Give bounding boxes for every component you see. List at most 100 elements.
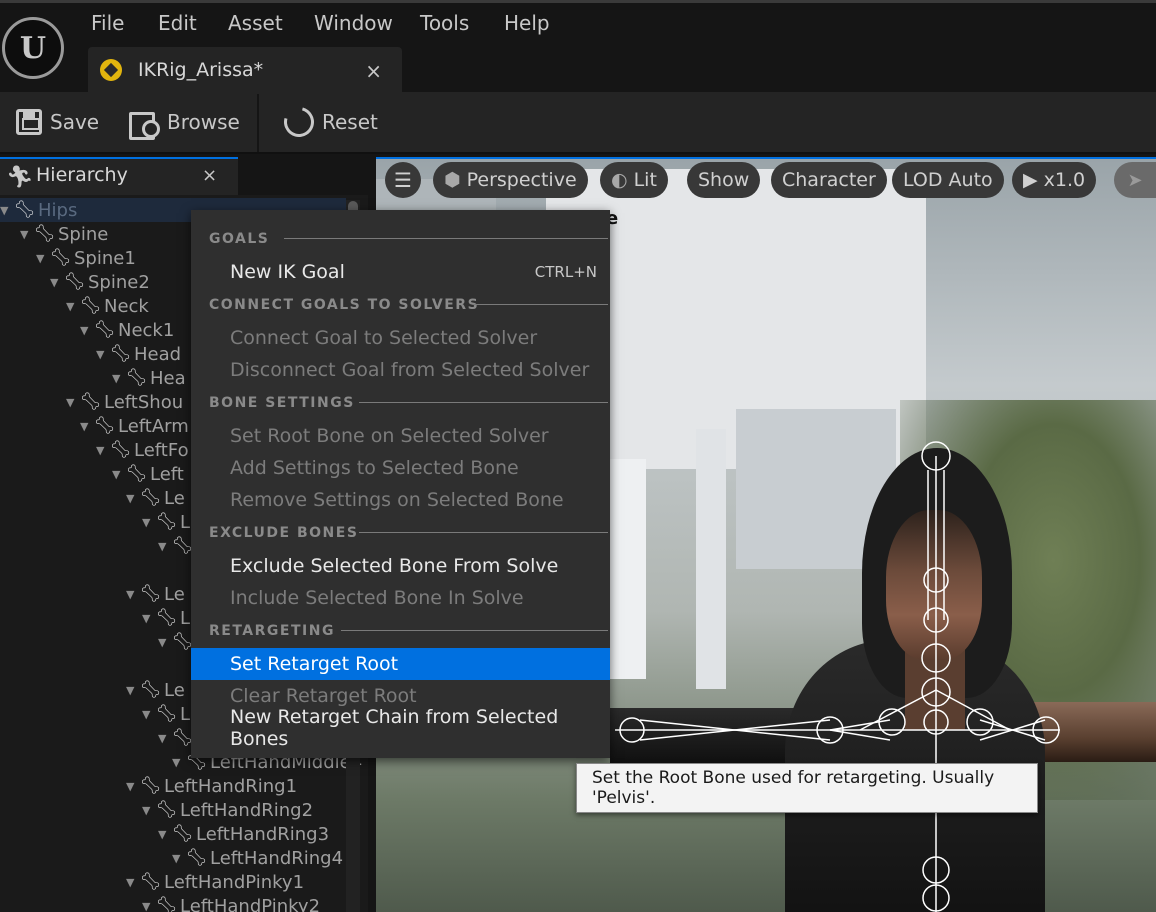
tree-row-bone[interactable]: ▼ 🦴︎ Hea xyxy=(112,366,186,390)
expand-arrow-icon[interactable]: ▼ xyxy=(126,588,138,601)
browse-button[interactable]: Browse xyxy=(129,104,240,140)
expand-arrow-icon[interactable]: ▼ xyxy=(126,684,138,697)
expand-arrow-icon[interactable]: ▼ xyxy=(126,876,138,889)
remove-settings-item[interactable]: Remove Settings on Selected Bone xyxy=(191,484,610,516)
bone-icon: 🦴︎ xyxy=(156,512,178,532)
menu-file[interactable]: File xyxy=(91,11,124,35)
exclude-bone-item[interactable]: Exclude Selected Bone From Solve xyxy=(191,550,610,582)
new-ik-goal-item[interactable]: New IK Goal CTRL+N xyxy=(191,256,610,288)
expand-arrow-icon[interactable]: ▼ xyxy=(158,732,170,745)
tree-row-bone[interactable]: ▼ 🦴︎ LeftHandPinky1 xyxy=(126,870,304,894)
bone-label: L xyxy=(180,607,191,629)
tree-row-bone[interactable]: ▼ 🦴︎ Le xyxy=(126,486,185,510)
bone-label: Neck1 xyxy=(118,319,175,341)
section-goals-label: GOALS xyxy=(209,231,270,247)
tree-row-bone[interactable]: ▼🦴︎L xyxy=(142,702,190,726)
section-connect-label: CONNECT GOALS TO SOLVERS xyxy=(209,297,480,313)
expand-arrow-icon[interactable]: ▼ xyxy=(142,900,154,912)
tree-row-bone[interactable]: ▼ 🦴︎ Left xyxy=(112,462,184,486)
lit-button[interactable]: ◐ Lit xyxy=(600,162,668,198)
bone-label: LeftHandPinky1 xyxy=(164,871,305,893)
show-button[interactable]: Show xyxy=(687,162,761,198)
bone-label: Neck xyxy=(104,295,149,317)
set-root-bone-item[interactable]: Set Root Bone on Selected Solver xyxy=(191,420,610,452)
expand-arrow-icon[interactable]: ▼ xyxy=(142,804,154,817)
tree-row-bone[interactable]: ▼🦴︎L xyxy=(142,606,190,630)
expand-arrow-icon[interactable]: ▼ xyxy=(172,852,184,865)
tree-row-bone[interactable]: ▼ 🦴︎ LeftHandRing4 xyxy=(172,846,343,870)
expand-arrow-icon[interactable]: ▼ xyxy=(36,252,48,265)
expand-arrow-icon[interactable]: ▼ xyxy=(80,420,92,433)
expand-arrow-icon[interactable]: ▼ xyxy=(142,612,154,625)
section-divider xyxy=(473,304,608,305)
expand-arrow-icon[interactable]: ▼ xyxy=(126,492,138,505)
expand-arrow-icon[interactable]: ▼ xyxy=(158,828,170,841)
bone-label: Spine2 xyxy=(88,271,150,293)
perspective-button[interactable]: ⬢ Perspective xyxy=(433,162,588,198)
expand-arrow-icon[interactable]: ▼ xyxy=(158,636,170,649)
hierarchy-tab[interactable]: 🏃︎ Hierarchy × xyxy=(0,157,238,195)
tree-row-bone[interactable]: ▼ 🦴︎ Spine2 xyxy=(50,270,150,294)
section-divider xyxy=(341,630,608,631)
expand-arrow-icon[interactable]: ▼ xyxy=(112,468,124,481)
bone-icon: 🦴︎ xyxy=(80,392,102,412)
menu-window[interactable]: Window xyxy=(314,11,393,35)
select-mode-button[interactable]: ➤ xyxy=(1114,162,1156,198)
viewport-menu-button[interactable]: ☰ xyxy=(385,162,421,198)
menu-asset[interactable]: Asset xyxy=(228,11,283,35)
tree-row-bone[interactable]: ▼ 🦴︎ LeftFo xyxy=(96,438,189,462)
character-button[interactable]: Character xyxy=(771,162,887,198)
expand-arrow-icon[interactable]: ▼ xyxy=(142,708,154,721)
bone-label: LeftHandRing2 xyxy=(180,799,314,821)
tree-row-bone[interactable]: ▼ 🦴︎ Neck xyxy=(66,294,149,318)
unreal-engine-logo-icon[interactable]: U xyxy=(2,17,64,79)
include-bone-item[interactable]: Include Selected Bone In Solve xyxy=(191,582,610,614)
tree-row-bone[interactable]: ▼ 🦴︎ LeftHandRing2 xyxy=(142,798,313,822)
lod-button[interactable]: LOD Auto xyxy=(892,162,1004,198)
reset-button[interactable]: Reset xyxy=(278,101,378,143)
close-icon[interactable]: × xyxy=(365,59,382,83)
save-icon xyxy=(16,109,42,135)
bone-icon: 🦴︎ xyxy=(140,488,162,508)
tree-row-bone[interactable]: ▼ 🦴︎ Head xyxy=(96,342,181,366)
asset-editor-tab[interactable]: IKRig_Arissa* × xyxy=(88,47,402,95)
save-button[interactable]: Save xyxy=(16,104,99,140)
add-settings-item[interactable]: Add Settings to Selected Bone xyxy=(191,452,610,484)
expand-arrow-icon[interactable]: ▼ xyxy=(96,444,108,457)
menu-tools[interactable]: Tools xyxy=(420,11,469,35)
expand-arrow-icon[interactable]: ▼ xyxy=(20,228,32,241)
toolbar: Save Browse Reset xyxy=(0,92,1156,154)
expand-arrow-icon[interactable]: ▼ xyxy=(66,300,78,313)
section-retargeting: RETARGETING xyxy=(209,621,608,641)
expand-arrow-icon[interactable]: ▼ xyxy=(172,756,184,769)
tree-row-bone[interactable]: ▼ 🦴︎ Spine xyxy=(20,222,108,246)
expand-arrow-icon[interactable]: ▼ xyxy=(66,396,78,409)
expand-arrow-icon[interactable]: ▼ xyxy=(142,516,154,529)
tree-row-bone[interactable]: ▼ 🦴︎ LeftHandRing3 xyxy=(158,822,329,846)
tree-row-bone[interactable]: ▼ 🦴︎ LeftHandPinky2 xyxy=(142,894,320,912)
tree-row-bone[interactable]: ▼ 🦴︎ Le xyxy=(126,582,185,606)
close-icon[interactable]: × xyxy=(202,165,217,186)
disconnect-goal-item[interactable]: Disconnect Goal from Selected Solver xyxy=(191,354,610,386)
bone-icon: 🦴︎ xyxy=(140,680,162,700)
menu-edit[interactable]: Edit xyxy=(158,11,197,35)
tree-row-bone[interactable]: ▼ 🦴︎ Spine1 xyxy=(36,246,136,270)
tree-row-bone[interactable]: ▼ 🦴︎ LeftArm xyxy=(80,414,189,438)
expand-arrow-icon[interactable]: ▼ xyxy=(50,276,62,289)
connect-goal-item[interactable]: Connect Goal to Selected Solver xyxy=(191,322,610,354)
tree-row-bone[interactable]: ▼ 🦴︎ Neck1 xyxy=(80,318,174,342)
menu-help[interactable]: Help xyxy=(504,11,550,35)
set-retarget-root-item[interactable]: Set Retarget Root xyxy=(191,648,610,680)
tree-row-bone[interactable]: ▼ 🦴︎ Le xyxy=(126,678,185,702)
expand-arrow-icon[interactable]: ▼ xyxy=(80,324,92,337)
expand-arrow-icon[interactable]: ▼ xyxy=(126,780,138,793)
expand-arrow-icon[interactable]: ▼ xyxy=(112,372,124,385)
expand-arrow-icon[interactable]: ▼ xyxy=(0,204,12,217)
new-retarget-chain-item[interactable]: New Retarget Chain from Selected Bones xyxy=(191,706,610,750)
tree-row-bone[interactable]: ▼ 🦴︎ LeftHandRing1 xyxy=(126,774,297,798)
expand-arrow-icon[interactable]: ▼ xyxy=(158,540,170,553)
expand-arrow-icon[interactable]: ▼ xyxy=(96,348,108,361)
tree-row-bone[interactable]: ▼ 🦴︎ LeftShou xyxy=(66,390,183,414)
tree-row-bone[interactable]: ▼🦴︎L xyxy=(142,510,190,534)
play-speed-button[interactable]: ▶ x1.0 xyxy=(1012,162,1097,198)
